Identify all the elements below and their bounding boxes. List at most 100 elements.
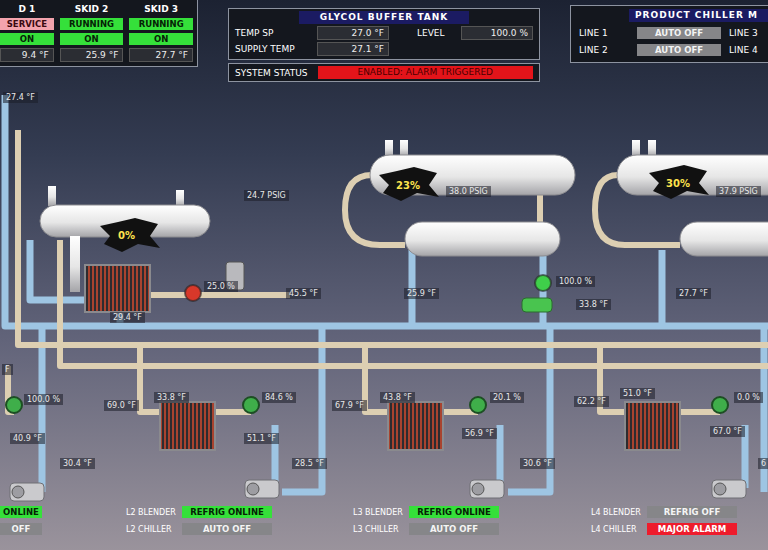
heat-exchanger — [625, 402, 680, 450]
skid-status[interactable]: RUNNING — [60, 18, 124, 30]
skid-name: SKID 3 — [129, 3, 193, 15]
process-reading: 43.8 °F — [380, 392, 415, 403]
blender-status[interactable]: ONLINE — [0, 506, 42, 518]
heat-exchanger — [85, 265, 150, 312]
process-reading: 33.8 °F — [576, 299, 611, 310]
process-reading: 30.4 °F — [60, 458, 95, 469]
system-status[interactable]: ENABLED: ALARM TRIGGERED — [318, 66, 533, 79]
product-pump[interactable] — [10, 483, 44, 501]
process-reading: 27.7 °F — [676, 288, 711, 299]
skid3-supply-pipe — [659, 250, 666, 326]
line-mode[interactable]: AUTO OFF — [637, 44, 721, 56]
skid-status[interactable]: SERVICE — [0, 18, 54, 30]
panel-title: GLYCOL BUFFER TANK — [299, 11, 469, 24]
control-valve[interactable] — [712, 397, 728, 413]
chiller-status[interactable]: AUTO OFF — [409, 523, 499, 535]
skid1-separator — [70, 236, 80, 292]
pump-motor-icon — [12, 486, 24, 498]
hmi-screen: D 1 SERVICE ON 9.4 °FSKID 2 RUNNING ON 2… — [0, 0, 768, 550]
control-valve[interactable] — [6, 397, 22, 413]
skid-temp: 9.4 °F — [0, 48, 54, 62]
tank-level-reading: 0% — [118, 230, 135, 241]
process-reading: 62.2 °F — [574, 396, 609, 407]
chiller-label: L2 CHILLER — [126, 525, 182, 534]
skid1-outlet-pipe — [150, 292, 290, 298]
line-feed-pipe — [8, 345, 720, 412]
process-reading: 28.5 °F — [292, 458, 327, 469]
control-valve[interactable] — [470, 397, 486, 413]
blender-label: L3 BLENDER — [353, 508, 409, 517]
skid-temp: 27.7 °F — [129, 48, 193, 62]
field-label: SUPPLY TEMP — [235, 44, 313, 54]
process-reading: 0.0 % — [734, 392, 763, 403]
blender-label: L4 BLENDER — [591, 508, 647, 517]
line-label: LINE 1 — [579, 28, 629, 38]
process-reading: 51.1 °F — [244, 433, 279, 444]
line-status-group: ONLINE OFF — [0, 506, 42, 535]
line-status-group: L3 BLENDER REFRIG ONLINE L3 CHILLER AUTO… — [353, 506, 499, 535]
process-reading: 25.0 % — [204, 281, 238, 292]
pump-motor-icon — [472, 483, 484, 495]
line-label: LINE 2 — [579, 45, 629, 55]
process-reading: 100.0 % — [24, 394, 63, 405]
process-reading: 45.5 °F — [286, 288, 321, 299]
temp-setpoint[interactable]: 27.0 °F — [317, 26, 389, 40]
supply-temp: 27.1 °F — [317, 42, 389, 56]
process-reading: 30.6 °F — [520, 458, 555, 469]
line-label: LINE 4 — [729, 45, 768, 55]
field-label: TEMP SP — [235, 28, 313, 38]
skid-status[interactable]: RUNNING — [129, 18, 193, 30]
chiller-label: L4 CHILLER — [591, 525, 647, 534]
skid-column: SKID 2 RUNNING ON 25.9 °F — [60, 3, 124, 62]
field-label: SYSTEM STATUS — [235, 68, 308, 78]
process-reading: 25.9 °F — [404, 288, 439, 299]
panel-title: PRODUCT CHILLER M — [629, 9, 768, 22]
product-chiller-panel: PRODUCT CHILLER M LINE 1 AUTO OFF LINE 3… — [570, 5, 768, 63]
tank-nozzle — [48, 186, 56, 206]
pump-motor-icon — [714, 483, 726, 495]
line-status-group: L2 BLENDER REFRIG ONLINE L2 CHILLER AUTO… — [126, 506, 272, 535]
chiller-status[interactable]: MAJOR ALARM — [647, 523, 737, 535]
control-valve[interactable] — [185, 285, 201, 301]
control-valve[interactable] — [243, 397, 259, 413]
process-reading: 67.9 °F — [332, 400, 367, 411]
heat-exchanger — [388, 402, 443, 450]
tank-nozzle — [400, 140, 408, 156]
glycol-supply-pipe — [5, 95, 768, 326]
process-reading: 40.9 °F — [10, 433, 45, 444]
tank-nozzle — [176, 190, 184, 206]
skid3-condenser — [680, 222, 768, 256]
skid-mode[interactable]: ON — [0, 33, 54, 45]
field-label: LEVEL — [393, 28, 457, 38]
level-blob — [100, 218, 160, 252]
line1-supply-pipe — [39, 326, 46, 492]
blender-status[interactable]: REFRIG ONLINE — [409, 506, 499, 518]
product-pump[interactable] — [245, 480, 279, 498]
process-reading: 100.0 % — [556, 276, 595, 287]
blender-status[interactable]: REFRIG OFF — [647, 506, 737, 518]
skid-mode[interactable]: ON — [129, 33, 193, 45]
level-blob — [649, 165, 709, 199]
product-pump[interactable] — [712, 480, 746, 498]
product-pump[interactable] — [470, 480, 504, 498]
pressure-reading: 24.7 PSIG — [244, 190, 289, 201]
buffer-tank-panel: GLYCOL BUFFER TANK TEMP SP 27.0 °F LEVEL… — [228, 8, 540, 82]
level-blob — [379, 167, 439, 201]
chiller-status[interactable]: AUTO OFF — [182, 523, 272, 535]
skid2-condenser — [405, 222, 560, 256]
process-diagram — [0, 0, 768, 550]
line-label: LINE 3 — [729, 28, 768, 38]
blender-label: L2 BLENDER — [126, 508, 182, 517]
blender-status[interactable]: REFRIG ONLINE — [182, 506, 272, 518]
control-valve[interactable] — [535, 275, 551, 291]
skid-temp: 25.9 °F — [60, 48, 124, 62]
process-reading: 6 — [758, 458, 768, 469]
process-reading: 69.0 °F — [104, 400, 139, 411]
tank-level: 100.0 % — [461, 26, 533, 40]
chiller-status[interactable]: OFF — [0, 523, 42, 535]
temp-reading: F — [2, 364, 13, 375]
skid-mode[interactable]: ON — [60, 33, 124, 45]
glycol-pump[interactable] — [522, 298, 552, 312]
tank-level-reading: 30% — [666, 178, 690, 189]
line-mode[interactable]: AUTO OFF — [637, 27, 721, 39]
